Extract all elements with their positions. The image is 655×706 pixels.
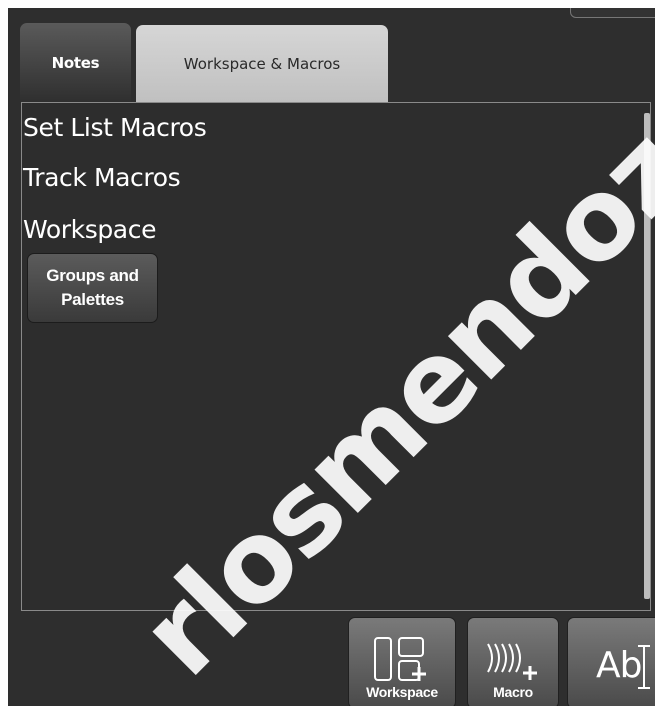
add-workspace-icon (374, 637, 426, 681)
macro-button-label: Macro (493, 684, 533, 700)
set-list-macros-heading: Set List Macros (23, 113, 207, 142)
add-macro-button[interactable]: Macro (467, 617, 559, 706)
track-macros-heading: Track Macros (23, 163, 181, 192)
tab-workspace-macros[interactable]: Workspace & Macros (136, 25, 388, 102)
groups-and-palettes-label: Groups and Palettes (46, 266, 139, 309)
scrollbar-thumb[interactable] (644, 113, 650, 599)
i-beam-icon (638, 645, 650, 689)
macros-content-area: Set List Macros Track Macros Workspace G… (21, 102, 651, 611)
app-panel: Notes Workspace & Macros Set List Macros… (8, 8, 655, 706)
tab-workspace-macros-label: Workspace & Macros (183, 54, 341, 73)
text-tool-button[interactable]: Ab (567, 617, 655, 706)
workspace-heading: Workspace (23, 215, 157, 244)
scrollbar-track[interactable] (644, 113, 650, 599)
tab-notes[interactable]: Notes (20, 23, 131, 102)
groups-and-palettes-button[interactable]: Groups and Palettes (27, 253, 158, 323)
workspace-button-label: Workspace (366, 684, 438, 700)
corner-button[interactable] (570, 8, 655, 18)
tab-notes-label: Notes (51, 53, 100, 72)
add-macro-icon (487, 643, 537, 680)
add-workspace-button[interactable]: Workspace (348, 617, 456, 706)
